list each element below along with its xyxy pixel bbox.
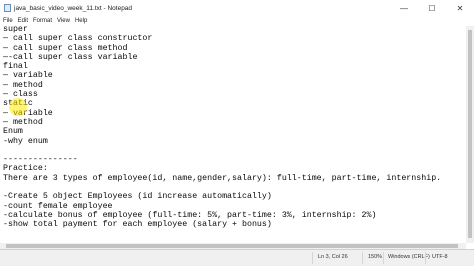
zoom-level: 150% [368,254,383,260]
text-line: -why enum [3,136,48,146]
text-line: -Create 5 object Employees (id increase … [3,192,272,202]
line-ending: Windows (CRLF) [388,254,430,260]
text-line: static [3,99,441,108]
text-line: There are 3 types of employee(id, name,g… [3,173,442,183]
status-bar: Ln 3, Col 26 150% Windows (CRLF) UTF-8 [0,249,474,266]
text-editor[interactable]: super — call super class constructor — c… [0,26,466,243]
title-bar: java_basic_video_week_11.txt - Notepad —… [0,0,474,16]
mouse-cursor-highlight [9,98,27,116]
menu-edit[interactable]: Edit [18,18,28,24]
menu-view[interactable]: View [57,18,70,24]
text-line: — call super class method [3,43,128,53]
text-line: — variable [3,71,53,81]
text-line: — method [3,80,43,90]
text-line: -count female employee [3,201,113,211]
notepad-icon [4,4,11,12]
text-line: final [3,62,28,72]
menu-file[interactable]: File [3,18,13,24]
text-line [3,183,441,192]
status-divider [383,252,384,264]
status-divider [362,252,363,264]
status-divider [425,252,426,264]
text-line: — method [3,117,43,127]
window-title: java_basic_video_week_11.txt - Notepad [14,4,133,12]
text-line: -show total payment for each employee (s… [3,220,272,230]
text-line: — call super class constructor [3,34,153,44]
minimize-button[interactable]: — [390,0,418,16]
text-line: — class [3,90,38,100]
editor-lines: super — call super class constructor — c… [3,26,441,230]
horizontal-scroll-thumb[interactable] [6,244,458,248]
maximize-button[interactable]: ☐ [418,0,446,16]
vertical-scroll-thumb[interactable] [468,30,472,238]
menu-bar: File Edit Format View Help [0,16,474,26]
cursor-position: Ln 3, Col 26 [318,254,348,260]
text-line: Enum [3,127,23,137]
menu-format[interactable]: Format [33,18,52,24]
status-divider [312,252,313,264]
encoding: UTF-8 [432,254,448,260]
text-line: —-call super class variable [3,52,138,62]
text-line: Practice: [3,164,48,174]
vertical-scrollbar[interactable] [466,26,474,243]
window-controls: — ☐ ✕ [390,0,474,16]
text-line: — variable [3,108,53,118]
text-line: --------------- [3,155,78,165]
menu-help[interactable]: Help [75,18,87,24]
text-line [3,146,441,155]
close-button[interactable]: ✕ [446,0,474,16]
text-line: -calculate bonus of employee (full-time:… [3,210,377,220]
